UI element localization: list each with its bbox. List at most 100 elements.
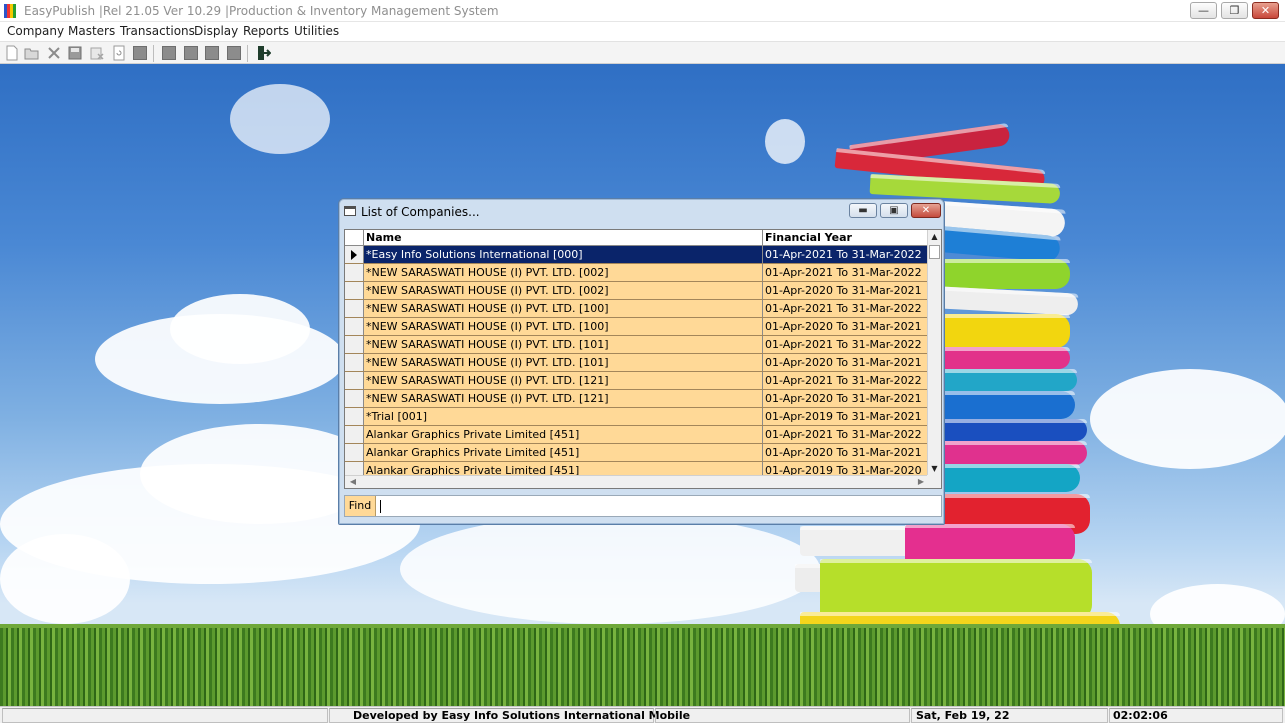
menu-utilities[interactable]: Utilities <box>294 24 339 38</box>
table-row[interactable]: *NEW SARASWATI HOUSE (I) PVT. LTD. [002]… <box>345 282 929 300</box>
table-row[interactable]: Alankar Graphics Private Limited [451] 01… <box>345 444 929 462</box>
print-icon[interactable] <box>132 45 148 61</box>
open-icon[interactable] <box>24 45 40 61</box>
row-selector[interactable] <box>345 372 364 389</box>
restore-icon: ▣ <box>889 205 899 216</box>
table-row[interactable]: *Trial [001] 01-Apr-2019 To 31-Mar-2021 <box>345 408 929 426</box>
row-selector[interactable] <box>345 426 364 443</box>
scroll-left-icon[interactable]: ◀ <box>347 476 359 488</box>
table-row[interactable]: *NEW SARASWATI HOUSE (I) PVT. LTD. [121]… <box>345 372 929 390</box>
column-header-financial-year[interactable]: Financial Year <box>763 230 929 245</box>
cell-financial-year[interactable]: 01-Apr-2021 To 31-Mar-2022 <box>763 264 929 281</box>
scroll-thumb[interactable] <box>929 245 940 259</box>
table-row[interactable]: *NEW SARASWATI HOUSE (I) PVT. LTD. [002]… <box>345 264 929 282</box>
row-selector[interactable] <box>345 300 364 317</box>
toolbar <box>0 41 1285 64</box>
menu-reports[interactable]: Reports <box>243 24 289 38</box>
companies-grid[interactable]: Name Financial Year *Easy Info Solutions… <box>344 229 942 489</box>
row-selector[interactable] <box>345 354 364 371</box>
refresh-icon[interactable] <box>111 45 127 61</box>
dialog-close-button[interactable]: ✕ <box>911 203 941 218</box>
row-selector[interactable] <box>345 444 364 461</box>
cell-financial-year[interactable]: 01-Apr-2020 To 31-Mar-2021 <box>763 444 929 461</box>
cell-company-name[interactable]: *NEW SARASWATI HOUSE (I) PVT. LTD. [100] <box>364 300 763 317</box>
cell-financial-year[interactable]: 01-Apr-2021 To 31-Mar-2022 <box>763 426 929 443</box>
menu-company[interactable]: Company <box>7 24 64 38</box>
cell-company-name[interactable]: *NEW SARASWATI HOUSE (I) PVT. LTD. [002] <box>364 282 763 299</box>
delete-icon[interactable] <box>46 45 62 61</box>
status-date: Sat, Feb 19, 22 <box>911 708 1108 723</box>
restore-button[interactable]: ❐ <box>1221 2 1248 19</box>
cell-financial-year[interactable]: 01-Apr-2020 To 31-Mar-2021 <box>763 390 929 407</box>
row-selector[interactable] <box>345 318 364 335</box>
cell-company-name[interactable]: *NEW SARASWATI HOUSE (I) PVT. LTD. [100] <box>364 318 763 335</box>
cell-financial-year[interactable]: 01-Apr-2020 To 31-Mar-2021 <box>763 282 929 299</box>
previous-icon[interactable] <box>183 45 199 61</box>
scroll-right-icon[interactable]: ▶ <box>915 476 927 488</box>
row-selector[interactable] <box>345 408 364 425</box>
minimize-button[interactable]: — <box>1190 2 1217 19</box>
row-selector[interactable] <box>345 336 364 353</box>
table-row[interactable]: *NEW SARASWATI HOUSE (I) PVT. LTD. [101]… <box>345 336 929 354</box>
vertical-scrollbar[interactable]: ▲ ▼ <box>927 230 941 476</box>
exit-icon[interactable] <box>255 45 272 61</box>
cell-company-name[interactable]: *NEW SARASWATI HOUSE (I) PVT. LTD. [121] <box>364 390 763 407</box>
menu-display[interactable]: Display <box>194 24 238 38</box>
table-row[interactable]: *NEW SARASWATI HOUSE (I) PVT. LTD. [100]… <box>345 318 929 336</box>
table-row[interactable]: *NEW SARASWATI HOUSE (I) PVT. LTD. [101]… <box>345 354 929 372</box>
table-row[interactable]: *NEW SARASWATI HOUSE (I) PVT. LTD. [100]… <box>345 300 929 318</box>
cell-financial-year[interactable]: 01-Apr-2021 To 31-Mar-2022 <box>763 300 929 317</box>
horizontal-scrollbar[interactable]: ◀ ▶ <box>345 475 929 488</box>
dialog-minimize-button[interactable]: ▬ <box>849 203 877 218</box>
table-row[interactable]: Alankar Graphics Private Limited [451] 01… <box>345 426 929 444</box>
cell-financial-year[interactable]: 01-Apr-2020 To 31-Mar-2021 <box>763 318 929 335</box>
find-input[interactable] <box>378 497 938 515</box>
row-selector[interactable] <box>345 390 364 407</box>
table-row[interactable]: *Easy Info Solutions International [000]… <box>345 246 929 264</box>
cell-company-name[interactable]: *Easy Info Solutions International [000] <box>364 246 763 263</box>
dialog-restore-button[interactable]: ▣ <box>880 203 908 218</box>
row-selector[interactable] <box>345 282 364 299</box>
save-icon[interactable] <box>67 45 83 61</box>
find-panel: Find <box>344 495 942 517</box>
cell-company-name[interactable]: *NEW SARASWATI HOUSE (I) PVT. LTD. [121] <box>364 372 763 389</box>
dialog-title: List of Companies... <box>361 205 480 219</box>
close-icon: ✕ <box>1260 4 1271 17</box>
cell-company-name[interactable]: *NEW SARASWATI HOUSE (I) PVT. LTD. [101] <box>364 336 763 353</box>
book <box>905 524 1075 564</box>
close-button[interactable]: ✕ <box>1252 2 1279 19</box>
grass <box>0 624 1285 706</box>
last-icon[interactable] <box>226 45 242 61</box>
cell-company-name[interactable]: *Trial [001] <box>364 408 763 425</box>
status-panel-empty <box>655 708 910 723</box>
cell-financial-year[interactable]: 01-Apr-2019 To 31-Mar-2021 <box>763 408 929 425</box>
table-row[interactable]: *NEW SARASWATI HOUSE (I) PVT. LTD. [121]… <box>345 390 929 408</box>
status-developer: Developed by Easy Info Solutions Interna… <box>329 708 690 723</box>
close-icon: ✕ <box>921 205 931 216</box>
menu-masters[interactable]: Masters <box>68 24 115 38</box>
cancel-icon[interactable] <box>89 45 105 61</box>
cell-company-name[interactable]: *NEW SARASWATI HOUSE (I) PVT. LTD. [101] <box>364 354 763 371</box>
cell-financial-year[interactable]: 01-Apr-2021 To 31-Mar-2022 <box>763 336 929 353</box>
toolbar-separator <box>247 45 248 62</box>
row-selector[interactable] <box>345 246 364 263</box>
company-list-dialog: List of Companies... ▬ ▣ ✕ Name Financia… <box>338 198 945 525</box>
menu-transactions[interactable]: Transactions <box>120 24 195 38</box>
column-header-name[interactable]: Name <box>364 230 763 245</box>
book <box>820 559 1092 619</box>
restore-icon: ❐ <box>1229 4 1240 17</box>
grid-rows: *Easy Info Solutions International [000]… <box>345 246 929 480</box>
next-icon[interactable] <box>204 45 220 61</box>
scroll-up-icon[interactable]: ▲ <box>928 230 941 244</box>
cell-financial-year[interactable]: 01-Apr-2020 To 31-Mar-2021 <box>763 354 929 371</box>
row-selector[interactable] <box>345 264 364 281</box>
cell-financial-year[interactable]: 01-Apr-2021 To 31-Mar-2022 <box>763 246 929 263</box>
cell-company-name[interactable]: *NEW SARASWATI HOUSE (I) PVT. LTD. [002] <box>364 264 763 281</box>
first-icon[interactable] <box>161 45 177 61</box>
cell-financial-year[interactable]: 01-Apr-2021 To 31-Mar-2022 <box>763 372 929 389</box>
text-cursor <box>380 500 381 513</box>
new-icon[interactable] <box>4 45 20 61</box>
cell-company-name[interactable]: Alankar Graphics Private Limited [451] <box>364 444 763 461</box>
cell-company-name[interactable]: Alankar Graphics Private Limited [451] <box>364 426 763 443</box>
scroll-down-icon[interactable]: ▼ <box>928 462 941 476</box>
